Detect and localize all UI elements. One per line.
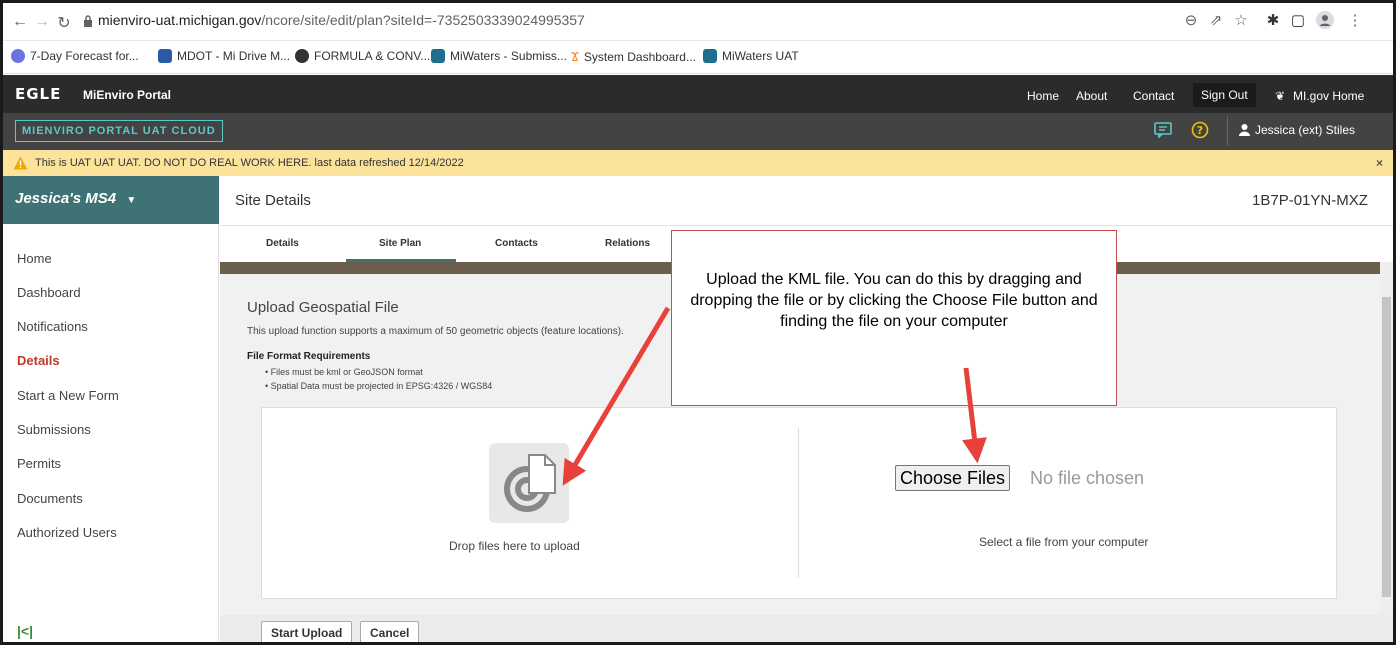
requirement-item: • Spatial Data must be projected in EPSG… [265,381,493,391]
address-bar: ← → ↻ mienviro-uat.michigan.gov/ncore/si… [3,3,1393,41]
url-path: /ncore/site/edit/plan?siteId=-7352503339… [261,12,585,28]
sidebar-item-details[interactable]: Details [17,353,60,368]
nav-about[interactable]: About [1076,89,1107,103]
select-file-text: Select a file from your computer [979,535,1149,549]
lock-icon [84,15,92,27]
sidebar-item-notifications[interactable]: Notifications [17,319,88,334]
bookmark-forecast[interactable]: 7-Day Forecast for... [11,49,139,63]
michigan-icon: ❦ [1275,89,1286,103]
back-icon[interactable]: ← [11,13,29,31]
user-icon [1239,124,1250,136]
sidebar-item-authorized-users[interactable]: Authorized Users [17,525,117,540]
reload-icon[interactable]: ↻ [55,13,73,33]
sidebar-item-permits[interactable]: Permits [17,456,61,471]
bookmark-label: MiWaters UAT [722,49,799,63]
help-icon[interactable]: ? [1191,121,1209,139]
requirement-text: Files must be kml or GeoJSON format [270,367,423,377]
url-host: mienviro-uat.michigan.gov [98,12,262,28]
bookmark-label: MDOT - Mi Drive M... [177,49,291,63]
browser-window: ← → ↻ mienviro-uat.michigan.gov/ncore/si… [3,3,1393,642]
svg-text:?: ? [1197,124,1203,137]
requirement-text: Spatial Data must be projected in EPSG:4… [270,381,493,391]
bookmark-label: FORMULA & CONV... [314,49,431,63]
header-divider [1227,116,1228,146]
requirement-item: • Files must be kml or GeoJSON format [265,367,423,377]
drop-text: Drop files here to upload [449,539,580,553]
no-file-label: No file chosen [1030,468,1145,488]
upload-title: Upload Geospatial File [247,299,399,316]
bookmark-system-dashboard[interactable]: Ϫ System Dashboard... [571,49,696,64]
site-id: 1B7P-01YN-MXZ [1252,192,1368,209]
bookmark-label: 7-Day Forecast for... [30,49,139,63]
tab-site-plan[interactable]: Site Plan [379,238,421,249]
bookmark-icon [11,49,25,63]
zoom-icon[interactable]: ⊖ [1181,11,1201,31]
bookmark-icon [431,49,445,63]
nav-contact[interactable]: Contact [1133,89,1174,103]
sidepanel-icon[interactable]: ▢ [1288,11,1308,31]
instruction-callout: Upload the KML file. You can do this by … [671,230,1117,406]
egle-logo[interactable]: EGLE [15,85,61,103]
site-header [3,75,1393,113]
bookmark-icon [158,49,172,63]
sidebar-item-dashboard[interactable]: Dashboard [17,285,81,300]
left-sidebar [3,176,219,642]
environment-badge: MIENVIRO PORTAL UAT CLOUD [15,120,223,142]
tab-relations[interactable]: Relations [605,238,650,249]
portal-name[interactable]: MiEnviro Portal [83,88,171,102]
extensions-icon[interactable]: ✱ [1263,11,1283,31]
scrollbar-thumb[interactable] [1382,297,1391,597]
profile-icon[interactable] [1315,11,1335,31]
close-banner-icon[interactable]: × [1376,156,1383,170]
user-name[interactable]: Jessica (ext) Stiles [1255,123,1355,137]
caret-down-icon: ▼ [126,195,137,206]
choose-files-button[interactable]: Choose Files [895,465,1011,491]
dropzone-divider [798,428,799,578]
bookmark-miwaters-uat[interactable]: MiWaters UAT [703,49,799,63]
uat-warning-banner: This is UAT UAT UAT. DO NOT DO REAL WORK… [3,150,1393,176]
tab-contacts[interactable]: Contacts [495,238,538,249]
jira-icon: Ϫ [571,49,579,64]
bookmarks-bar: 7-Day Forecast for... MDOT - Mi Drive M.… [3,41,1393,74]
url-field[interactable]: mienviro-uat.michigan.gov/ncore/site/edi… [98,12,585,28]
org-selector[interactable]: Jessica's MS4 ▼ [3,176,219,224]
bookmark-icon [703,49,717,63]
warning-icon [13,156,28,170]
file-target-icon [504,454,556,512]
cancel-button[interactable]: Cancel [360,621,420,642]
bookmark-label: MiWaters - Submiss... [450,49,567,63]
forward-icon[interactable]: → [33,13,51,31]
start-upload-button[interactable]: Start Upload [261,621,353,642]
drop-zone[interactable] [261,407,1337,599]
scrollbar[interactable] [1380,262,1393,615]
sign-out-button[interactable]: Sign Out [1193,83,1256,107]
star-icon[interactable]: ☆ [1231,11,1251,31]
bookmark-formula[interactable]: FORMULA & CONV... [295,49,430,63]
sidebar-item-submissions[interactable]: Submissions [17,422,91,437]
tab-details[interactable]: Details [266,238,299,249]
requirements-heading: File Format Requirements [247,351,371,362]
sidebar-item-documents[interactable]: Documents [17,491,83,506]
bookmark-mdot[interactable]: MDOT - Mi Drive M... [158,49,290,63]
page-title: Site Details [235,192,311,209]
collapse-sidebar-icon[interactable]: |<| [17,623,33,639]
share-icon[interactable]: ⇗ [1206,11,1226,31]
upload-file-icon[interactable] [489,443,569,523]
callout-text: Upload the KML file. You can do this by … [690,271,1098,330]
sidebar-item-home[interactable]: Home [17,251,52,266]
menu-dots-icon[interactable]: ⋮ [1345,11,1365,31]
bookmark-miwaters-submiss[interactable]: MiWaters - Submiss... [431,49,567,63]
nav-home[interactable]: Home [1027,89,1059,103]
feedback-icon[interactable] [1154,122,1172,138]
upload-description: This upload function supports a maximum … [247,326,624,337]
org-name: Jessica's MS4 [15,190,117,207]
banner-text: This is UAT UAT UAT. DO NOT DO REAL WORK… [35,157,464,169]
bookmark-label: System Dashboard... [583,49,696,64]
migov-home-link[interactable]: MI.gov Home [1293,89,1364,103]
globe-icon [295,49,309,63]
sidebar-item-start-new-form[interactable]: Start a New Form [17,388,119,403]
